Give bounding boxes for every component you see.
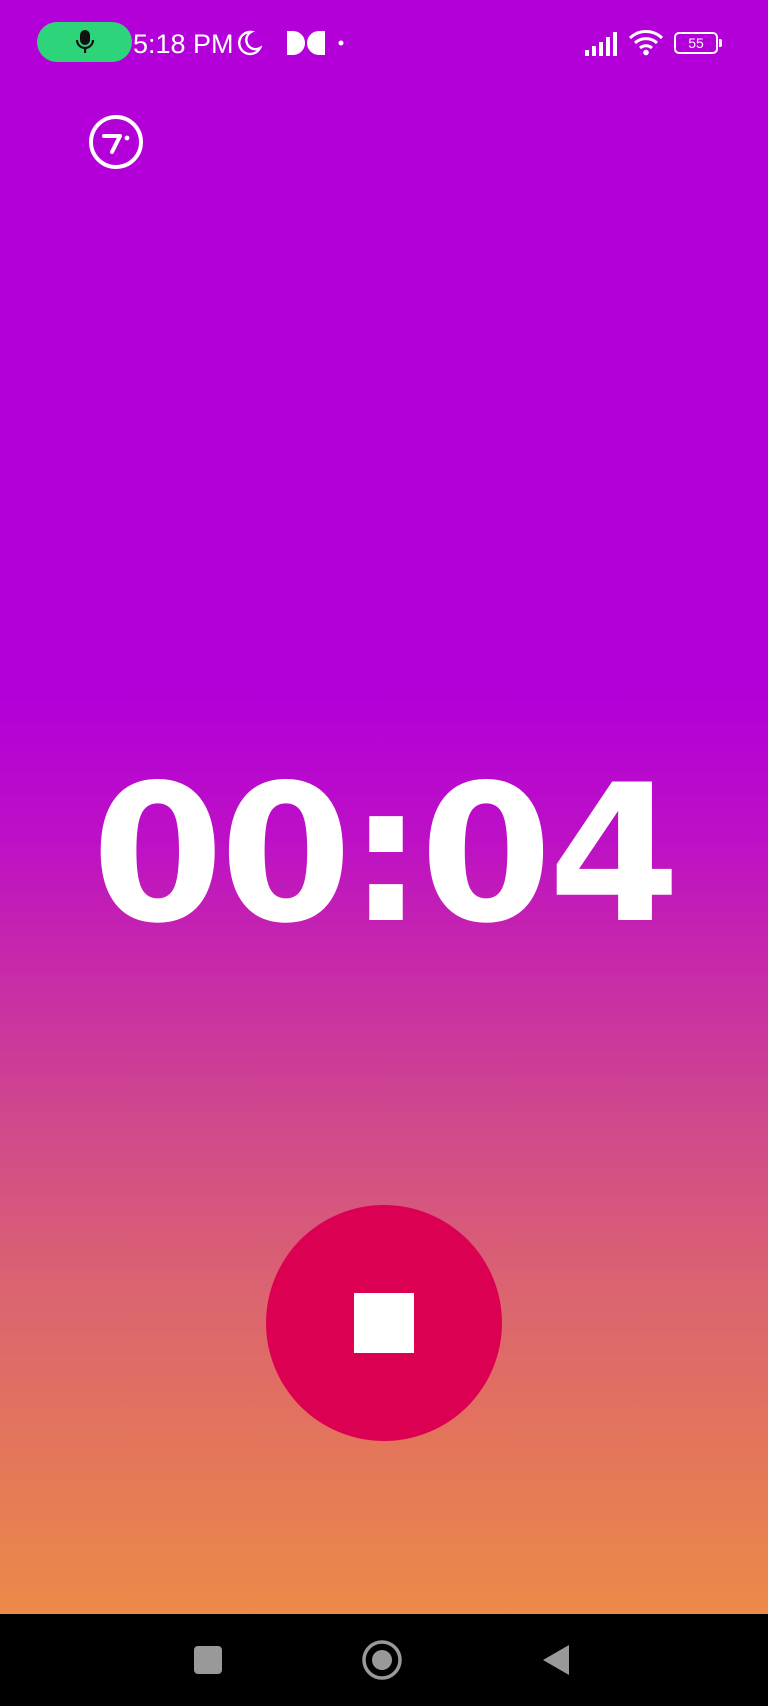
dot-icon [338, 40, 344, 46]
speed-button[interactable] [86, 112, 146, 172]
back-triangle-icon [543, 1645, 569, 1675]
home-circle-icon [362, 1640, 402, 1680]
signal-icon [585, 32, 617, 56]
mic-active-pill[interactable] [37, 22, 132, 62]
battery-icon: 55 [674, 32, 722, 54]
stop-icon [354, 1293, 414, 1353]
status-time: 5:18 PM [133, 29, 234, 59]
stop-recording-button[interactable] [266, 1205, 502, 1441]
wifi-icon [628, 30, 664, 56]
dolby-icon [287, 31, 325, 55]
square-icon [194, 1646, 222, 1674]
recents-button[interactable] [180, 1632, 236, 1688]
moon-icon [238, 30, 262, 56]
status-bar: 5:18 PM 55 [0, 0, 768, 88]
navigation-bar [0, 1614, 768, 1706]
speedometer-icon [89, 115, 143, 169]
back-button[interactable] [528, 1632, 584, 1688]
mic-icon [75, 30, 94, 53]
elapsed-time: 00:04 [91, 744, 681, 965]
app-screen: 5:18 PM 55 00:04 [0, 0, 768, 1614]
home-button[interactable] [354, 1632, 410, 1688]
